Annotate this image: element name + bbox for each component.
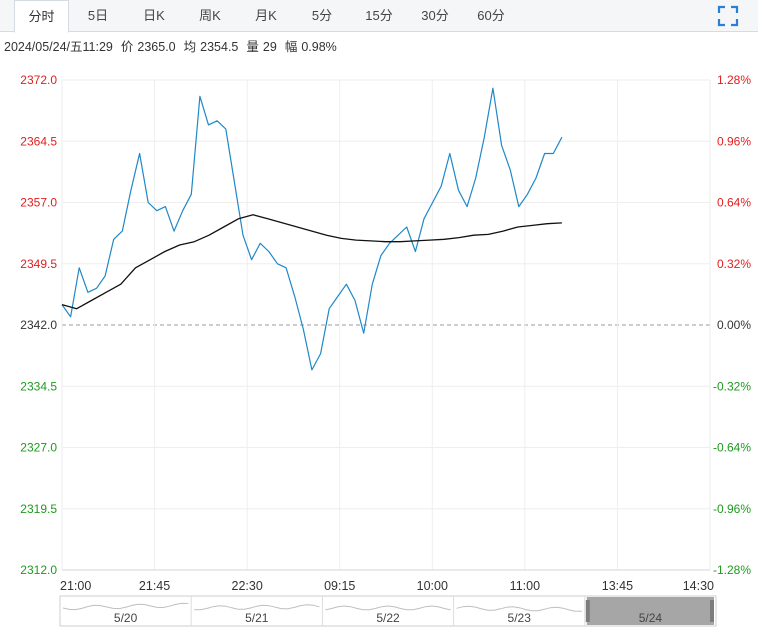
price-tick-label: 2334.5 (20, 379, 57, 393)
tab-60-min[interactable]: 60分 (468, 0, 514, 32)
navigator-date-label: 5/23 (508, 611, 532, 625)
navigator-trend (62, 602, 189, 611)
price-tick-label: 2327.0 (20, 441, 57, 455)
time-tick-label: 21:00 (60, 579, 91, 593)
price-tick-label: 2357.0 (20, 196, 57, 210)
quote-info-bar: 2024/05/24/五11:29 价 2365.0 均 2354.5 量 29 幅 0.98% (4, 36, 345, 58)
time-tick-label: 14:30 (683, 579, 714, 593)
price-tick-label: 2372.0 (20, 73, 57, 87)
navigator-selection (586, 597, 714, 625)
tab-intraday[interactable]: 分时 (14, 0, 69, 33)
price-label: 价 (120, 40, 134, 54)
tab-daily-k[interactable]: 日K (132, 0, 176, 32)
percent-tick-label: 0.96% (717, 134, 751, 148)
time-tick-label: 09:15 (324, 579, 355, 593)
tab-weekly-k[interactable]: 周K (188, 0, 232, 32)
change-label: 幅 (284, 40, 298, 54)
navigator-trend (194, 604, 320, 611)
percent-tick-label: 0.32% (717, 257, 751, 271)
navigator-date-label: 5/24 (639, 611, 663, 625)
navigator-date-label: 5/22 (376, 611, 400, 625)
price-tick-label: 2349.5 (20, 257, 57, 271)
percent-tick-label: 1.28% (717, 73, 751, 87)
navigator-date-label: 5/21 (245, 611, 269, 625)
price-tick-label: 2312.0 (20, 563, 57, 577)
time-tick-label: 22:30 (232, 579, 263, 593)
percent-tick-label: -0.32% (713, 379, 751, 393)
navigator-trend (325, 605, 451, 611)
tab-monthly-k[interactable]: 月K (244, 0, 288, 32)
tab-5-min[interactable]: 5分 (300, 0, 344, 32)
intraday-chart: 2372.0 2364.5 2357.0 2349.5 2342.0 2334.5 2327… (20, 73, 751, 627)
navigator-handle-left (585, 600, 590, 622)
percent-tick-label: -1.28% (713, 563, 751, 577)
fullscreen-icon (717, 5, 739, 27)
time-tick-label: 13:45 (602, 579, 633, 593)
quote-datetime: 2024/05/24/五11:29 (4, 40, 113, 54)
percent-tick-label: 0.00% (717, 318, 751, 332)
fullscreen-button[interactable] (715, 3, 741, 29)
price-tick-label: 2319.5 (20, 502, 57, 516)
percent-tick-label: -0.64% (713, 441, 751, 455)
tab-30-min[interactable]: 30分 (412, 0, 458, 32)
volume-value: 29 (262, 40, 277, 54)
price-value: 2365.0 (137, 40, 176, 54)
period-tab-bar: 分时 5日 日K 周K 月K 5分 15分 30分 60分 (0, 0, 758, 33)
range-navigator: 5/20 5/21 5/22 5/23 5/24 (59, 595, 717, 627)
navigator-date-label: 5/20 (114, 611, 138, 625)
time-tick-label: 21:45 (139, 579, 170, 593)
navigator-trend (456, 605, 582, 612)
avg-value: 2354.5 (200, 40, 239, 54)
navigator-frame (59, 595, 717, 627)
volume-label: 量 (246, 40, 259, 54)
time-tick-label: 10:00 (417, 579, 448, 593)
percent-tick-label: -0.96% (713, 502, 751, 516)
percent-axis-labels: 1.28% 0.96% 0.64% 0.32% 0.00% -0.32% -0.64% -0.… (713, 73, 751, 577)
time-tick-label: 11:00 (510, 579, 540, 593)
price-line (61, 87, 563, 371)
change-value: 0.98% (301, 40, 337, 54)
tab-15-min[interactable]: 15分 (356, 0, 402, 32)
average-price-line (61, 214, 562, 310)
navigator-handle-right (710, 600, 714, 622)
avg-label: 均 (183, 40, 197, 54)
time-axis-labels: 21:00 21:45 22:30 09:15 10:00 11:00 13:45 14:30 (60, 579, 714, 593)
price-tick-label: 2364.5 (20, 134, 57, 148)
grid-layer (61, 79, 711, 571)
series-layer (61, 87, 563, 371)
price-tick-label: 2342.0 (20, 318, 57, 332)
tab-5-day[interactable]: 5日 (76, 0, 120, 32)
percent-tick-label: 0.64% (717, 196, 751, 210)
price-axis-labels: 2372.0 2364.5 2357.0 2349.5 2342.0 2334.5 2327… (20, 73, 57, 577)
